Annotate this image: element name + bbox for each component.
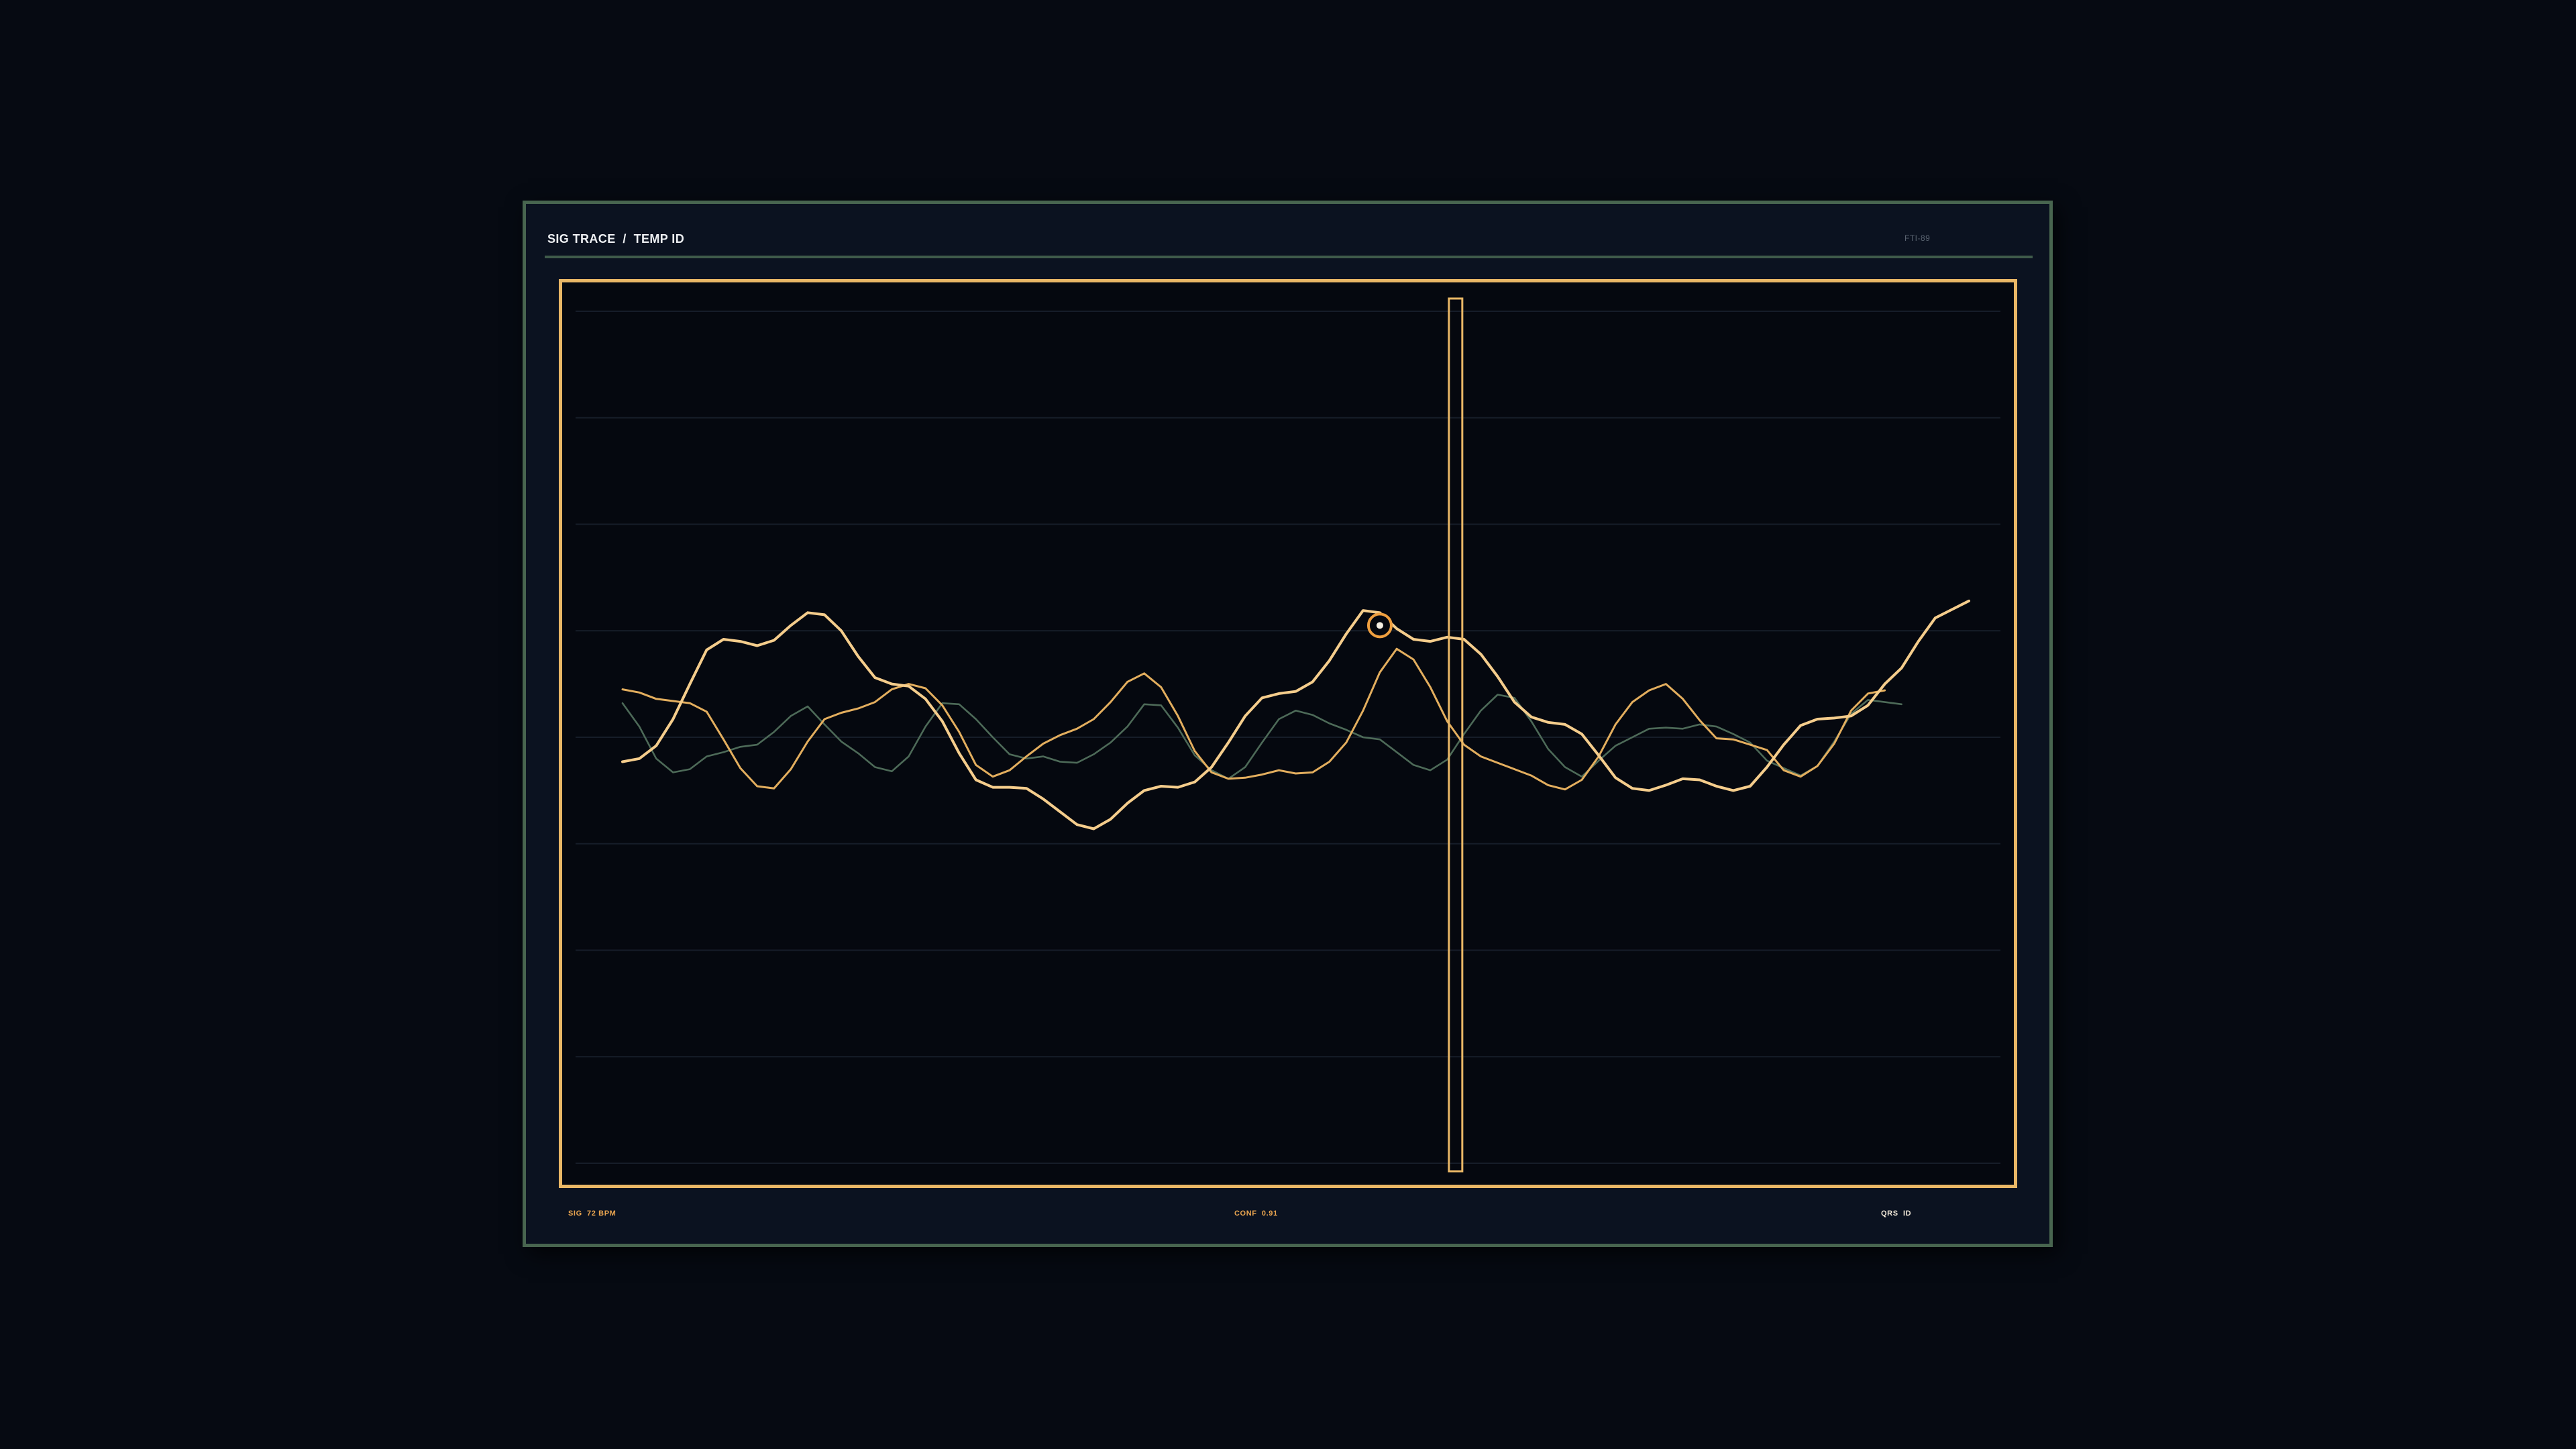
frame-tag: FTI-89 (1904, 233, 1931, 243)
trace-series-2 (621, 647, 1886, 791)
footer-sig-readout: SIG 72 BPM (568, 1210, 616, 1218)
footer-qrs-readout: QRS ID (1881, 1210, 1912, 1218)
plot-panel[interactable] (559, 279, 2017, 1188)
trace-chart[interactable] (562, 282, 2014, 1185)
header-divider (545, 256, 2033, 258)
peak-marker-dot (1376, 622, 1383, 629)
trace-series-1 (621, 599, 1970, 830)
time-cursor[interactable] (1448, 297, 1464, 1173)
footer-conf-readout: CONF 0.91 (1234, 1210, 1278, 1218)
window-title: SIG TRACE / TEMP ID (547, 232, 685, 246)
